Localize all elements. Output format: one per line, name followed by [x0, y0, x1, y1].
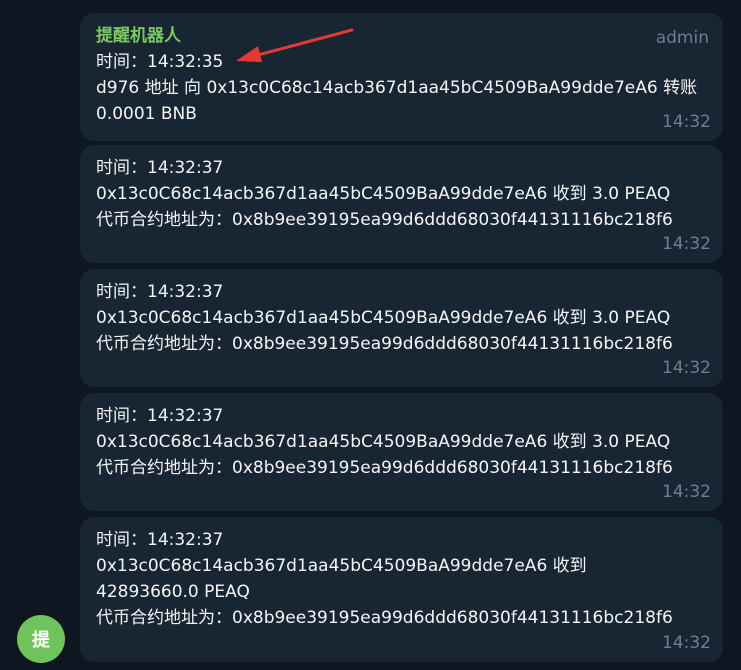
message-time: 14:32 [662, 358, 711, 378]
message-time: 14:32 [662, 234, 711, 254]
message-time: 14:32 [662, 112, 711, 132]
message-line: 代币合约地址为：0x8b9ee39195ea99d6ddd68030f44131… [96, 334, 673, 354]
sender-role-badge: admin [655, 28, 709, 48]
message-time: 14:32 [662, 482, 711, 502]
message-line: 0x13c0C68c14acb367d1aa45bC4509BaA99dde7e… [96, 432, 671, 452]
message-line: 代币合约地址为：0x8b9ee39195ea99d6ddd68030f44131… [96, 210, 673, 230]
message-line: 代币合约地址为：0x8b9ee39195ea99d6ddd68030f44131… [96, 608, 673, 628]
message-line: 时间：14:32:37 [96, 530, 224, 550]
red-arrow-icon [236, 28, 354, 62]
message-time: 14:32 [662, 633, 711, 653]
message-line: 时间：14:32:37 [96, 158, 224, 178]
message-line: 时间：14:32:37 [96, 282, 224, 302]
message-line: 0x13c0C68c14acb367d1aa45bC4509BaA99dde7e… [96, 308, 671, 328]
message-line: 时间：14:32:35 [96, 52, 224, 72]
message-line: 42893660.0 PEAQ [96, 582, 250, 602]
message-line: 时间：14:32:37 [96, 406, 224, 426]
message-bubble[interactable]: 时间：14:32:37 0x13c0C68c14acb367d1aa45bC45… [80, 145, 723, 263]
sender-avatar[interactable]: 提 [17, 615, 65, 663]
message-bubble[interactable]: 时间：14:32:37 0x13c0C68c14acb367d1aa45bC45… [80, 269, 723, 387]
message-bubble[interactable]: 时间：14:32:37 0x13c0C68c14acb367d1aa45bC45… [80, 393, 723, 511]
chat-history: 提醒机器人 admin 时间：14:32:35 d976 地址 向 0x13c0… [0, 0, 741, 670]
message-bubble[interactable]: 提醒机器人 admin 时间：14:32:35 d976 地址 向 0x13c0… [80, 13, 723, 141]
sender-name[interactable]: 提醒机器人 [96, 23, 705, 49]
message-line: 代币合约地址为：0x8b9ee39195ea99d6ddd68030f44131… [96, 458, 673, 478]
message-line: 0x13c0C68c14acb367d1aa45bC4509BaA99dde7e… [96, 556, 587, 576]
message-line: 0x13c0C68c14acb367d1aa45bC4509BaA99dde7e… [96, 184, 671, 204]
message-bubble[interactable]: 时间：14:32:37 0x13c0C68c14acb367d1aa45bC45… [80, 517, 723, 662]
message-line: d976 地址 向 0x13c0C68c14acb367d1aa45bC4509… [96, 78, 698, 124]
